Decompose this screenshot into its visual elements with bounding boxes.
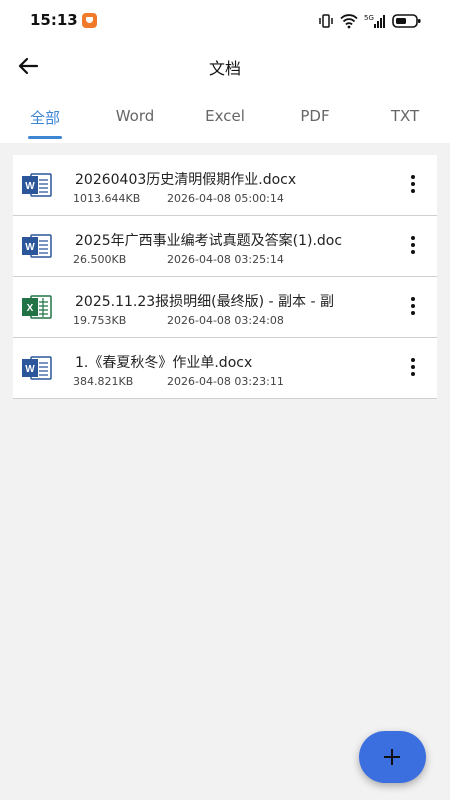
tab-word[interactable]: Word <box>95 107 175 125</box>
file-date: 2026-04-08 03:24:08 <box>167 314 284 327</box>
file-date: 2026-04-08 03:25:14 <box>167 253 284 266</box>
more-options-button[interactable] <box>407 234 419 256</box>
file-date: 2026-04-08 03:23:11 <box>167 375 284 388</box>
page-title: 文档 <box>208 59 241 78</box>
add-file-button[interactable] <box>359 731 426 783</box>
file-row[interactable]: W 20260403历史清明假期作业.docx 1013.644KB 2026-… <box>13 155 437 216</box>
svg-text:W: W <box>25 181 35 192</box>
file-name: 1.《春夏秋冬》作业单.docx <box>75 355 253 371</box>
more-options-button[interactable] <box>407 356 419 378</box>
tab-txt[interactable]: TXT <box>365 107 445 125</box>
file-row[interactable]: X 2025.11.23报损明细(最终版) - 副本 - 副 19.753KB … <box>13 277 437 338</box>
status-time: 15:13 <box>30 11 78 29</box>
file-name: 2025年广西事业编考试真题及答案(1).doc <box>75 233 343 249</box>
svg-text:X: X <box>27 303 34 314</box>
word-file-icon: W <box>22 234 52 258</box>
app-header: 文档 <box>0 42 450 92</box>
svg-text:W: W <box>25 242 35 253</box>
file-size: 384.821KB <box>73 375 134 388</box>
more-options-button[interactable] <box>407 295 419 317</box>
wifi-icon <box>340 14 358 29</box>
top-area: 15:13 5G 文档 全部 Word Excel PDF TXT <box>0 0 450 143</box>
file-name: 2025.11.23报损明细(最终版) - 副本 - 副 <box>75 294 334 310</box>
tab-all[interactable]: 全部 <box>5 107 85 128</box>
svg-text:5G: 5G <box>364 14 374 22</box>
file-size: 19.753KB <box>73 314 127 327</box>
5g-signal-icon: 5G <box>364 14 385 28</box>
plus-icon <box>384 749 400 765</box>
file-size: 1013.644KB <box>73 192 141 205</box>
battery-icon <box>392 14 421 28</box>
notification-app-icon <box>82 13 97 28</box>
file-list: W 20260403历史清明假期作业.docx 1013.644KB 2026-… <box>13 155 437 399</box>
file-row[interactable]: W 1.《春夏秋冬》作业单.docx 384.821KB 2026-04-08 … <box>13 338 437 399</box>
vibrate-icon <box>319 14 333 28</box>
system-icons: 5G <box>318 11 422 31</box>
status-bar: 15:13 5G <box>0 0 450 42</box>
svg-text:W: W <box>25 364 35 375</box>
tab-excel[interactable]: Excel <box>185 107 265 125</box>
file-date: 2026-04-08 05:00:14 <box>167 192 284 205</box>
more-options-button[interactable] <box>407 173 419 195</box>
file-name: 20260403历史清明假期作业.docx <box>75 172 297 188</box>
file-size: 26.500KB <box>73 253 127 266</box>
tab-pdf[interactable]: PDF <box>275 107 355 125</box>
file-row[interactable]: W 2025年广西事业编考试真题及答案(1).doc 26.500KB 2026… <box>13 216 437 277</box>
excel-file-icon: X <box>22 295 52 319</box>
tab-bar: 全部 Word Excel PDF TXT <box>0 96 450 143</box>
word-file-icon: W <box>22 356 52 380</box>
word-file-icon: W <box>22 173 52 197</box>
active-tab-indicator <box>28 136 62 139</box>
